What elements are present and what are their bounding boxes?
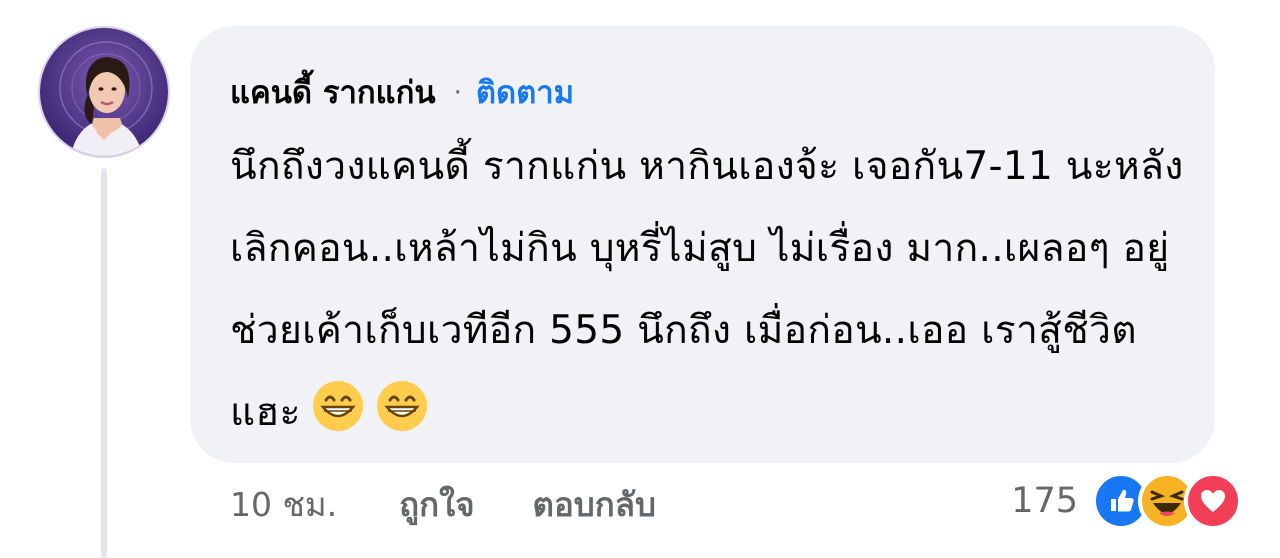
like-button[interactable]: ถูกใจ <box>399 480 474 530</box>
comment-timestamp[interactable]: 10 ชม. <box>230 480 337 530</box>
avatar[interactable] <box>38 26 170 158</box>
grinning-face-icon <box>311 379 365 433</box>
comment-header: แคนดี้ รากแก่น · ติดตาม <box>230 70 1175 116</box>
reaction-icons <box>1092 472 1242 530</box>
comment-text: นึกถึงวงแคนดี้ รากแก่น หากินเองจ้ะ เจอกั… <box>230 144 1184 435</box>
comment-body: นึกถึงวงแคนดี้ รากแก่น หากินเองจ้ะ เจอกั… <box>230 126 1190 454</box>
author-name[interactable]: แคนดี้ รากแก่น <box>230 70 436 116</box>
love-icon <box>1184 472 1242 530</box>
grinning-face-icon <box>375 379 429 433</box>
follow-link[interactable]: ติดตาม <box>476 70 574 116</box>
separator-dot: · <box>453 78 462 108</box>
comment-actions: 10 ชม. ถูกใจ ตอบกลับ <box>230 480 656 530</box>
reply-button[interactable]: ตอบกลับ <box>533 480 656 530</box>
reaction-summary[interactable]: 175 <box>1011 470 1242 532</box>
comment-thread: แคนดี้ รากแก่น · ติดตาม นึกถึงวงแคนดี้ ร… <box>0 0 1280 558</box>
reaction-count: 175 <box>1011 481 1078 521</box>
thread-line <box>101 168 107 558</box>
comment-bubble: แคนดี้ รากแก่น · ติดตาม นึกถึงวงแคนดี้ ร… <box>190 26 1215 463</box>
